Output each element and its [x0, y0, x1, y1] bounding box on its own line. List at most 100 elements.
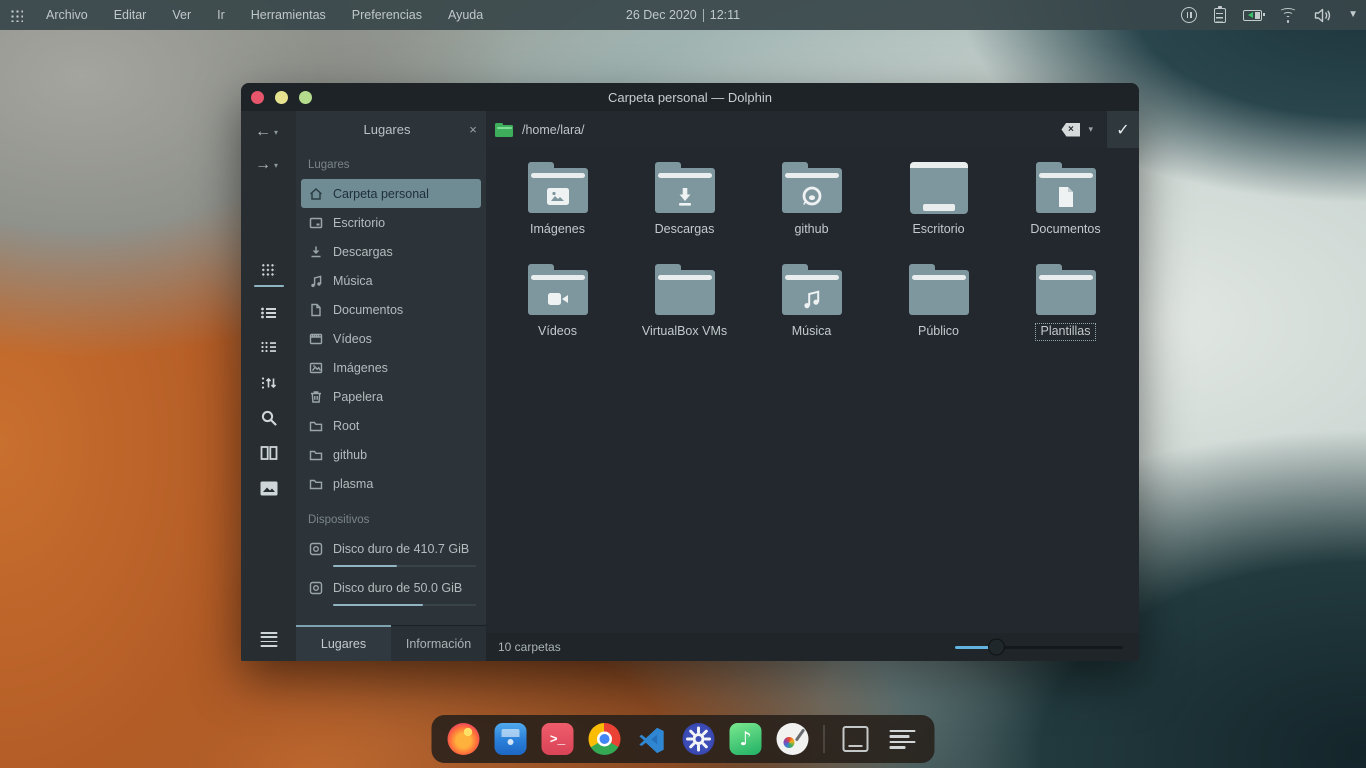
- task-list-icon[interactable]: [890, 723, 916, 755]
- menu-ayuda[interactable]: Ayuda: [435, 0, 496, 30]
- address-bar[interactable]: /home/lara/ × ▾ ✓: [486, 111, 1139, 148]
- folder-item-descargas[interactable]: Descargas: [621, 162, 748, 264]
- media-pause-icon[interactable]: [1181, 7, 1197, 23]
- sidebar-item-imagenes[interactable]: Imágenes: [301, 353, 481, 382]
- folder-icon: [308, 418, 324, 434]
- folder-label: VirtualBox VMs: [638, 324, 731, 340]
- forward-button[interactable]: →▾: [241, 144, 296, 177]
- download-icon: [308, 244, 324, 260]
- document-emblem-icon: [1035, 179, 1097, 214]
- forward-dropdown-icon[interactable]: ▾: [274, 161, 278, 170]
- tab-lugares[interactable]: Lugares: [296, 626, 391, 661]
- tab-informacion[interactable]: Información: [391, 626, 486, 661]
- menu-ver[interactable]: Ver: [159, 0, 204, 30]
- search-button[interactable]: [260, 409, 278, 427]
- maximize-window-button[interactable]: [299, 91, 312, 104]
- sidebar-item-musica[interactable]: Música: [301, 266, 481, 295]
- sidebar-item-github[interactable]: github: [301, 440, 481, 469]
- github-emblem-icon: [781, 179, 843, 214]
- sidebar-item-label: Documentos: [333, 303, 403, 317]
- clipboard-icon[interactable]: [1214, 8, 1226, 23]
- back-dropdown-icon[interactable]: ▾: [274, 128, 278, 137]
- sidebar-item-documentos[interactable]: Documentos: [301, 295, 481, 324]
- forward-arrow-icon: →: [255, 157, 271, 173]
- close-window-button[interactable]: [251, 91, 264, 104]
- dock: >_ ♪: [432, 715, 935, 763]
- icons-view-icon: [261, 263, 276, 278]
- clear-text-icon[interactable]: ×: [1061, 123, 1080, 137]
- folder-item-github[interactable]: github: [748, 162, 875, 264]
- toolbar-strip: ←▾ →▾: [241, 111, 296, 661]
- sidebar-item-root[interactable]: Root: [301, 411, 481, 440]
- hard-drive-icon: [308, 541, 324, 557]
- folder-item-musica[interactable]: Música: [748, 264, 875, 366]
- device-capacity-bar: [333, 565, 476, 567]
- device-item[interactable]: Disco duro de 50.0 GiB: [296, 573, 486, 606]
- preview-icon: [260, 481, 278, 496]
- icons-view-button[interactable]: [260, 261, 278, 279]
- address-path[interactable]: /home/lara/: [522, 123, 1061, 137]
- sidebar-item-videos[interactable]: Vídeos: [301, 324, 481, 353]
- menu-ir[interactable]: Ir: [204, 0, 238, 30]
- sort-button[interactable]: [260, 374, 278, 392]
- sidebar-item-label: Carpeta personal: [333, 187, 429, 201]
- system-settings-icon[interactable]: [683, 723, 715, 755]
- folder-item-imagenes[interactable]: Imágenes: [494, 162, 621, 264]
- desktop-icon: [308, 215, 324, 231]
- file-manager-icon[interactable]: [495, 723, 527, 755]
- menu-preferencias[interactable]: Preferencias: [339, 0, 435, 30]
- sidebar-item-papelera[interactable]: Papelera: [301, 382, 481, 411]
- back-button[interactable]: ←▾: [241, 111, 296, 144]
- details-view-button[interactable]: [260, 304, 278, 322]
- vscode-icon[interactable]: [636, 723, 668, 755]
- application-launcher-icon[interactable]: [9, 8, 23, 22]
- sidebar-item-label: Imágenes: [333, 361, 388, 375]
- window-controls: [251, 91, 312, 104]
- dock-separator: [824, 725, 825, 753]
- panel-close-icon[interactable]: ×: [460, 122, 486, 137]
- battery-charging-icon[interactable]: [1243, 10, 1262, 21]
- show-desktop-icon[interactable]: [843, 726, 869, 752]
- sidebar-item-plasma[interactable]: plasma: [301, 469, 481, 498]
- compact-view-button[interactable]: [260, 339, 278, 357]
- preview-button[interactable]: [260, 479, 278, 497]
- menu-editar[interactable]: Editar: [101, 0, 160, 30]
- music-app-icon[interactable]: ♪: [730, 723, 762, 755]
- zoom-slider[interactable]: [955, 646, 1123, 649]
- sidebar-item-escritorio[interactable]: Escritorio: [301, 208, 481, 237]
- folder-icon: [1035, 162, 1097, 214]
- address-dropdown-icon[interactable]: ▾: [1088, 124, 1093, 135]
- chevron-down-icon[interactable]: ▼: [1348, 10, 1358, 20]
- titlebar[interactable]: Carpeta personal — Dolphin: [241, 83, 1139, 111]
- volume-icon[interactable]: [1314, 8, 1331, 23]
- folder-item-documentos[interactable]: Documentos: [1002, 162, 1129, 264]
- image-icon: [308, 360, 324, 376]
- folder-label: Descargas: [651, 222, 719, 238]
- firefox-icon[interactable]: [448, 723, 480, 755]
- menu-archivo[interactable]: Archivo: [33, 0, 101, 30]
- split-view-button[interactable]: [260, 444, 278, 462]
- compact-view-icon: [260, 340, 277, 356]
- folder-item-publico[interactable]: Público: [875, 264, 1002, 366]
- folder-grid: Imágenes Descargas github: [486, 148, 1139, 366]
- folder-item-videos[interactable]: Vídeos: [494, 264, 621, 366]
- menu-hamburger-icon[interactable]: [260, 630, 277, 649]
- terminal-icon[interactable]: >_: [542, 723, 574, 755]
- device-label: Disco duro de 410.7 GiB: [333, 542, 469, 556]
- clock-time: 12:11: [710, 8, 740, 22]
- main-view: /home/lara/ × ▾ ✓ Imágenes: [486, 111, 1139, 661]
- menu-herramientas[interactable]: Herramientas: [238, 0, 339, 30]
- accept-location-button[interactable]: ✓: [1107, 111, 1139, 148]
- folder-item-plantillas[interactable]: Plantillas: [1002, 264, 1129, 366]
- folder-item-escritorio[interactable]: Escritorio: [875, 162, 1002, 264]
- sidebar-item-carpeta-personal[interactable]: Carpeta personal: [301, 179, 481, 208]
- wifi-icon[interactable]: [1279, 8, 1297, 22]
- minimize-window-button[interactable]: [275, 91, 288, 104]
- folder-item-virtualbox-vms[interactable]: VirtualBox VMs: [621, 264, 748, 366]
- status-text: 10 carpetas: [498, 640, 955, 654]
- sidebar-item-descargas[interactable]: Descargas: [301, 237, 481, 266]
- device-item[interactable]: Disco duro de 410.7 GiB: [296, 534, 486, 567]
- sidebar-item-label: Vídeos: [333, 332, 372, 346]
- color-picker-icon[interactable]: [777, 723, 809, 755]
- chrome-icon[interactable]: [589, 723, 621, 755]
